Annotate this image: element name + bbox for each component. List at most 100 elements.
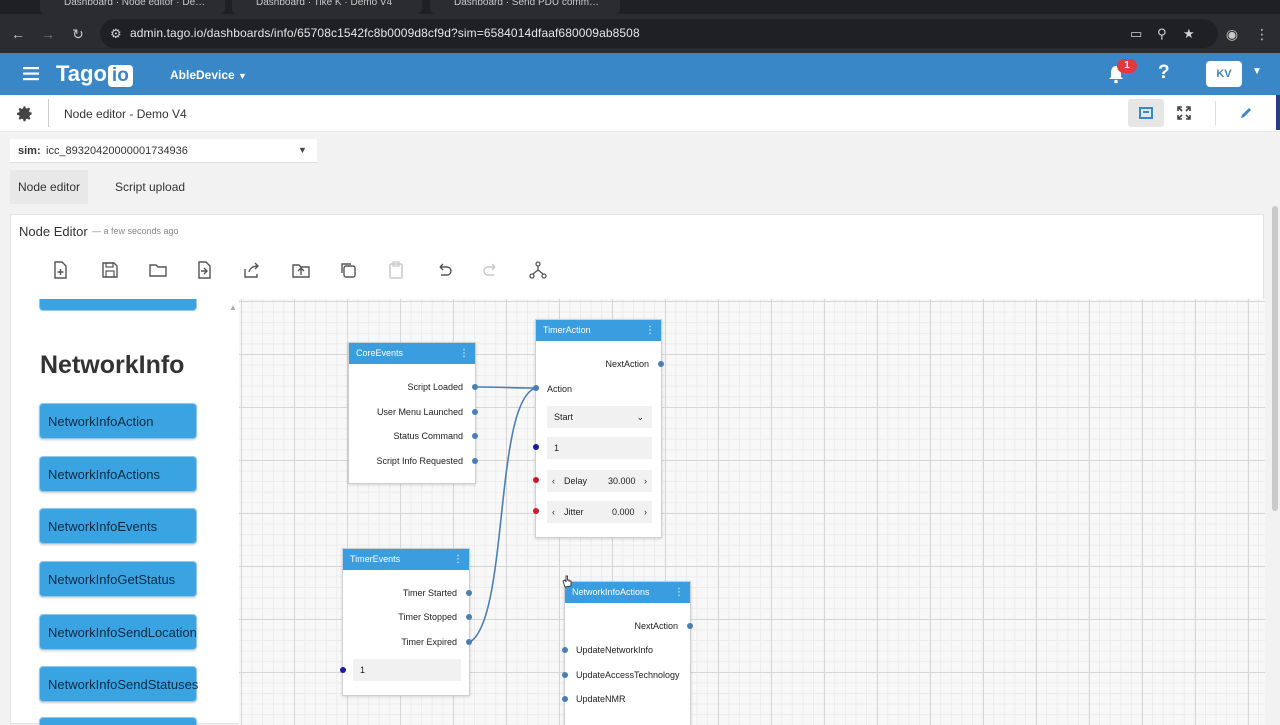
address-bar[interactable]: ⚙ admin.tago.io/dashboards/info/65708c15… xyxy=(100,19,1218,48)
browser-tab[interactable]: Dashboard · Node editor · De… xyxy=(40,0,225,14)
browser-toolbar: ← → ↻ ⚙ admin.tago.io/dashboards/info/65… xyxy=(0,14,1280,53)
paste-icon[interactable] xyxy=(387,261,409,283)
bookmark-star-icon[interactable]: ★ xyxy=(1183,26,1195,42)
output-port[interactable] xyxy=(687,623,693,629)
input-port[interactable] xyxy=(533,385,539,391)
decrement-chevron-icon[interactable]: ‹ xyxy=(552,501,555,523)
settings-gear-icon[interactable] xyxy=(15,104,34,123)
avatar[interactable]: KV xyxy=(1206,61,1242,87)
jitter-stepper[interactable]: ‹ Jitter 0.000 › xyxy=(547,501,652,523)
tagoio-logo[interactable]: Tago io xyxy=(56,61,133,87)
palette-item[interactable]: NetworkInfoEvents xyxy=(39,508,197,544)
zoom-icon[interactable]: ⚲ xyxy=(1157,26,1167,42)
node-timer-events[interactable]: TimerEvents ⋮ Timer Started Timer Stopped… xyxy=(340,548,472,696)
palette-item[interactable] xyxy=(39,717,197,725)
node-title[interactable]: TimerEvents ⋮ xyxy=(343,549,469,570)
edit-pencil-icon[interactable] xyxy=(1240,106,1253,119)
input-port[interactable] xyxy=(562,647,568,653)
palette-item[interactable]: NetworkInfoGetStatus xyxy=(39,561,197,597)
input-port[interactable] xyxy=(562,672,568,678)
output-port[interactable] xyxy=(472,433,478,439)
profile-selector[interactable]: AbleDevice ▼ xyxy=(170,68,247,82)
site-info-icon[interactable]: ⚙ xyxy=(110,26,122,42)
open-folder-icon[interactable] xyxy=(149,261,171,283)
input-port[interactable] xyxy=(340,667,346,673)
node-input-label: UpdateNetworkInfo xyxy=(576,645,654,655)
back-icon[interactable]: ← xyxy=(8,24,28,44)
input-port[interactable] xyxy=(533,508,539,514)
browser-menu-icon[interactable]: ⋮ xyxy=(1252,24,1272,44)
node-title[interactable]: NetworkInfoActions ⋮ xyxy=(565,582,690,603)
node-menu-icon[interactable]: ⋮ xyxy=(453,549,463,570)
node-output-label: User Menu Launched xyxy=(376,407,463,417)
palette-item[interactable] xyxy=(39,299,197,311)
tab-script-upload[interactable]: Script upload xyxy=(107,170,193,204)
chevron-down-icon: ▼ xyxy=(298,145,307,155)
output-port[interactable] xyxy=(472,409,478,415)
node-menu-icon[interactable]: ⋮ xyxy=(645,320,655,341)
node-timer-action[interactable]: TimerAction ⋮ NextAction Action Start ⌄ 1 … xyxy=(533,319,664,538)
redo-icon[interactable] xyxy=(482,261,504,283)
node-menu-icon[interactable]: ⋮ xyxy=(459,343,469,364)
node-core-events[interactable]: CoreEvents ⋮ Script Loaded User Menu Laun… xyxy=(348,342,478,484)
reload-icon[interactable]: ↻ xyxy=(68,24,88,44)
save-icon[interactable] xyxy=(101,261,123,283)
palette-item[interactable]: NetworkInfoSendStatuses xyxy=(39,666,198,702)
browser-tab[interactable]: Dashboard · Send PDU comm… xyxy=(430,0,620,14)
hand-cursor-icon xyxy=(562,575,572,588)
delay-stepper[interactable]: ‹ Delay 30.000 › xyxy=(547,470,652,492)
sim-filter-select[interactable]: sim: icc_89320420000001734936 ▼ xyxy=(10,139,317,163)
input-port[interactable] xyxy=(533,477,539,483)
count-input[interactable]: 1 xyxy=(353,659,461,681)
palette-group-heading: NetworkInfo xyxy=(40,351,185,379)
output-port[interactable] xyxy=(472,384,478,390)
browser-tab-strip: Dashboard · Node editor · De… Dashboard … xyxy=(0,0,1280,14)
import-icon[interactable] xyxy=(195,261,217,283)
upload-icon[interactable] xyxy=(292,261,314,283)
undo-icon[interactable] xyxy=(435,261,457,283)
input-port[interactable] xyxy=(533,444,539,450)
node-network-info-actions[interactable]: NetworkInfoActions ⋮ NextAction UpdateNet… xyxy=(562,581,693,725)
palette-item[interactable]: NetworkInfoAction xyxy=(39,403,197,439)
node-title[interactable]: TimerAction ⋮ xyxy=(536,320,661,341)
forward-icon[interactable]: → xyxy=(38,24,58,44)
node-palette: NetworkInfo NetworkInfoAction NetworkInf… xyxy=(35,299,235,725)
hamburger-menu-icon[interactable] xyxy=(23,67,39,81)
delay-label: Delay xyxy=(564,476,588,486)
chevron-down-icon[interactable]: ▼ xyxy=(1252,66,1262,77)
output-port[interactable] xyxy=(466,614,472,620)
decrement-chevron-icon[interactable]: ‹ xyxy=(552,470,555,492)
copy-icon[interactable] xyxy=(339,261,361,283)
chevron-down-icon: ▼ xyxy=(238,71,247,81)
node-canvas[interactable]: CoreEvents ⋮ Script Loaded User Menu Laun… xyxy=(239,299,1265,725)
browser-tab[interactable]: Dashboard · Tike K · Demo V4 xyxy=(232,0,422,14)
new-file-icon[interactable] xyxy=(51,261,73,283)
node-menu-icon[interactable]: ⋮ xyxy=(674,582,684,603)
export-icon[interactable] xyxy=(243,261,265,283)
fullscreen-icon[interactable] xyxy=(1177,106,1191,120)
output-port[interactable] xyxy=(658,361,664,367)
palette-item[interactable]: NetworkInfoActions xyxy=(39,456,197,492)
page-scrollbar[interactable] xyxy=(1272,206,1278,511)
node-title[interactable]: CoreEvents ⋮ xyxy=(349,343,475,364)
help-icon[interactable]: ? xyxy=(1158,62,1170,84)
blueprint-toggle-button[interactable] xyxy=(1128,99,1164,127)
tab-node-editor[interactable]: Node editor xyxy=(10,170,89,204)
input-port[interactable] xyxy=(562,696,568,702)
output-port[interactable] xyxy=(466,639,472,645)
extension-icon[interactable]: ◉ xyxy=(1222,24,1242,44)
palette-item[interactable]: NetworkInfoSendLocation xyxy=(39,614,197,650)
action-select[interactable]: Start ⌄ xyxy=(547,406,652,428)
increment-chevron-icon[interactable]: › xyxy=(644,501,647,523)
divider xyxy=(48,99,49,127)
output-port[interactable] xyxy=(466,590,472,596)
url-text[interactable]: admin.tago.io/dashboards/info/65708c1542… xyxy=(130,26,640,40)
increment-chevron-icon[interactable]: › xyxy=(644,470,647,492)
output-port[interactable] xyxy=(472,458,478,464)
logo-text: Tago xyxy=(56,61,107,86)
tree-layout-icon[interactable] xyxy=(529,261,551,283)
count-input[interactable]: 1 xyxy=(547,437,652,459)
palette-scroll-up-icon[interactable]: ▲ xyxy=(229,303,237,312)
app-header: Tago io AbleDevice ▼ 1 ? KV ▼ xyxy=(0,53,1280,95)
install-app-icon[interactable]: ▭ xyxy=(1130,26,1142,42)
